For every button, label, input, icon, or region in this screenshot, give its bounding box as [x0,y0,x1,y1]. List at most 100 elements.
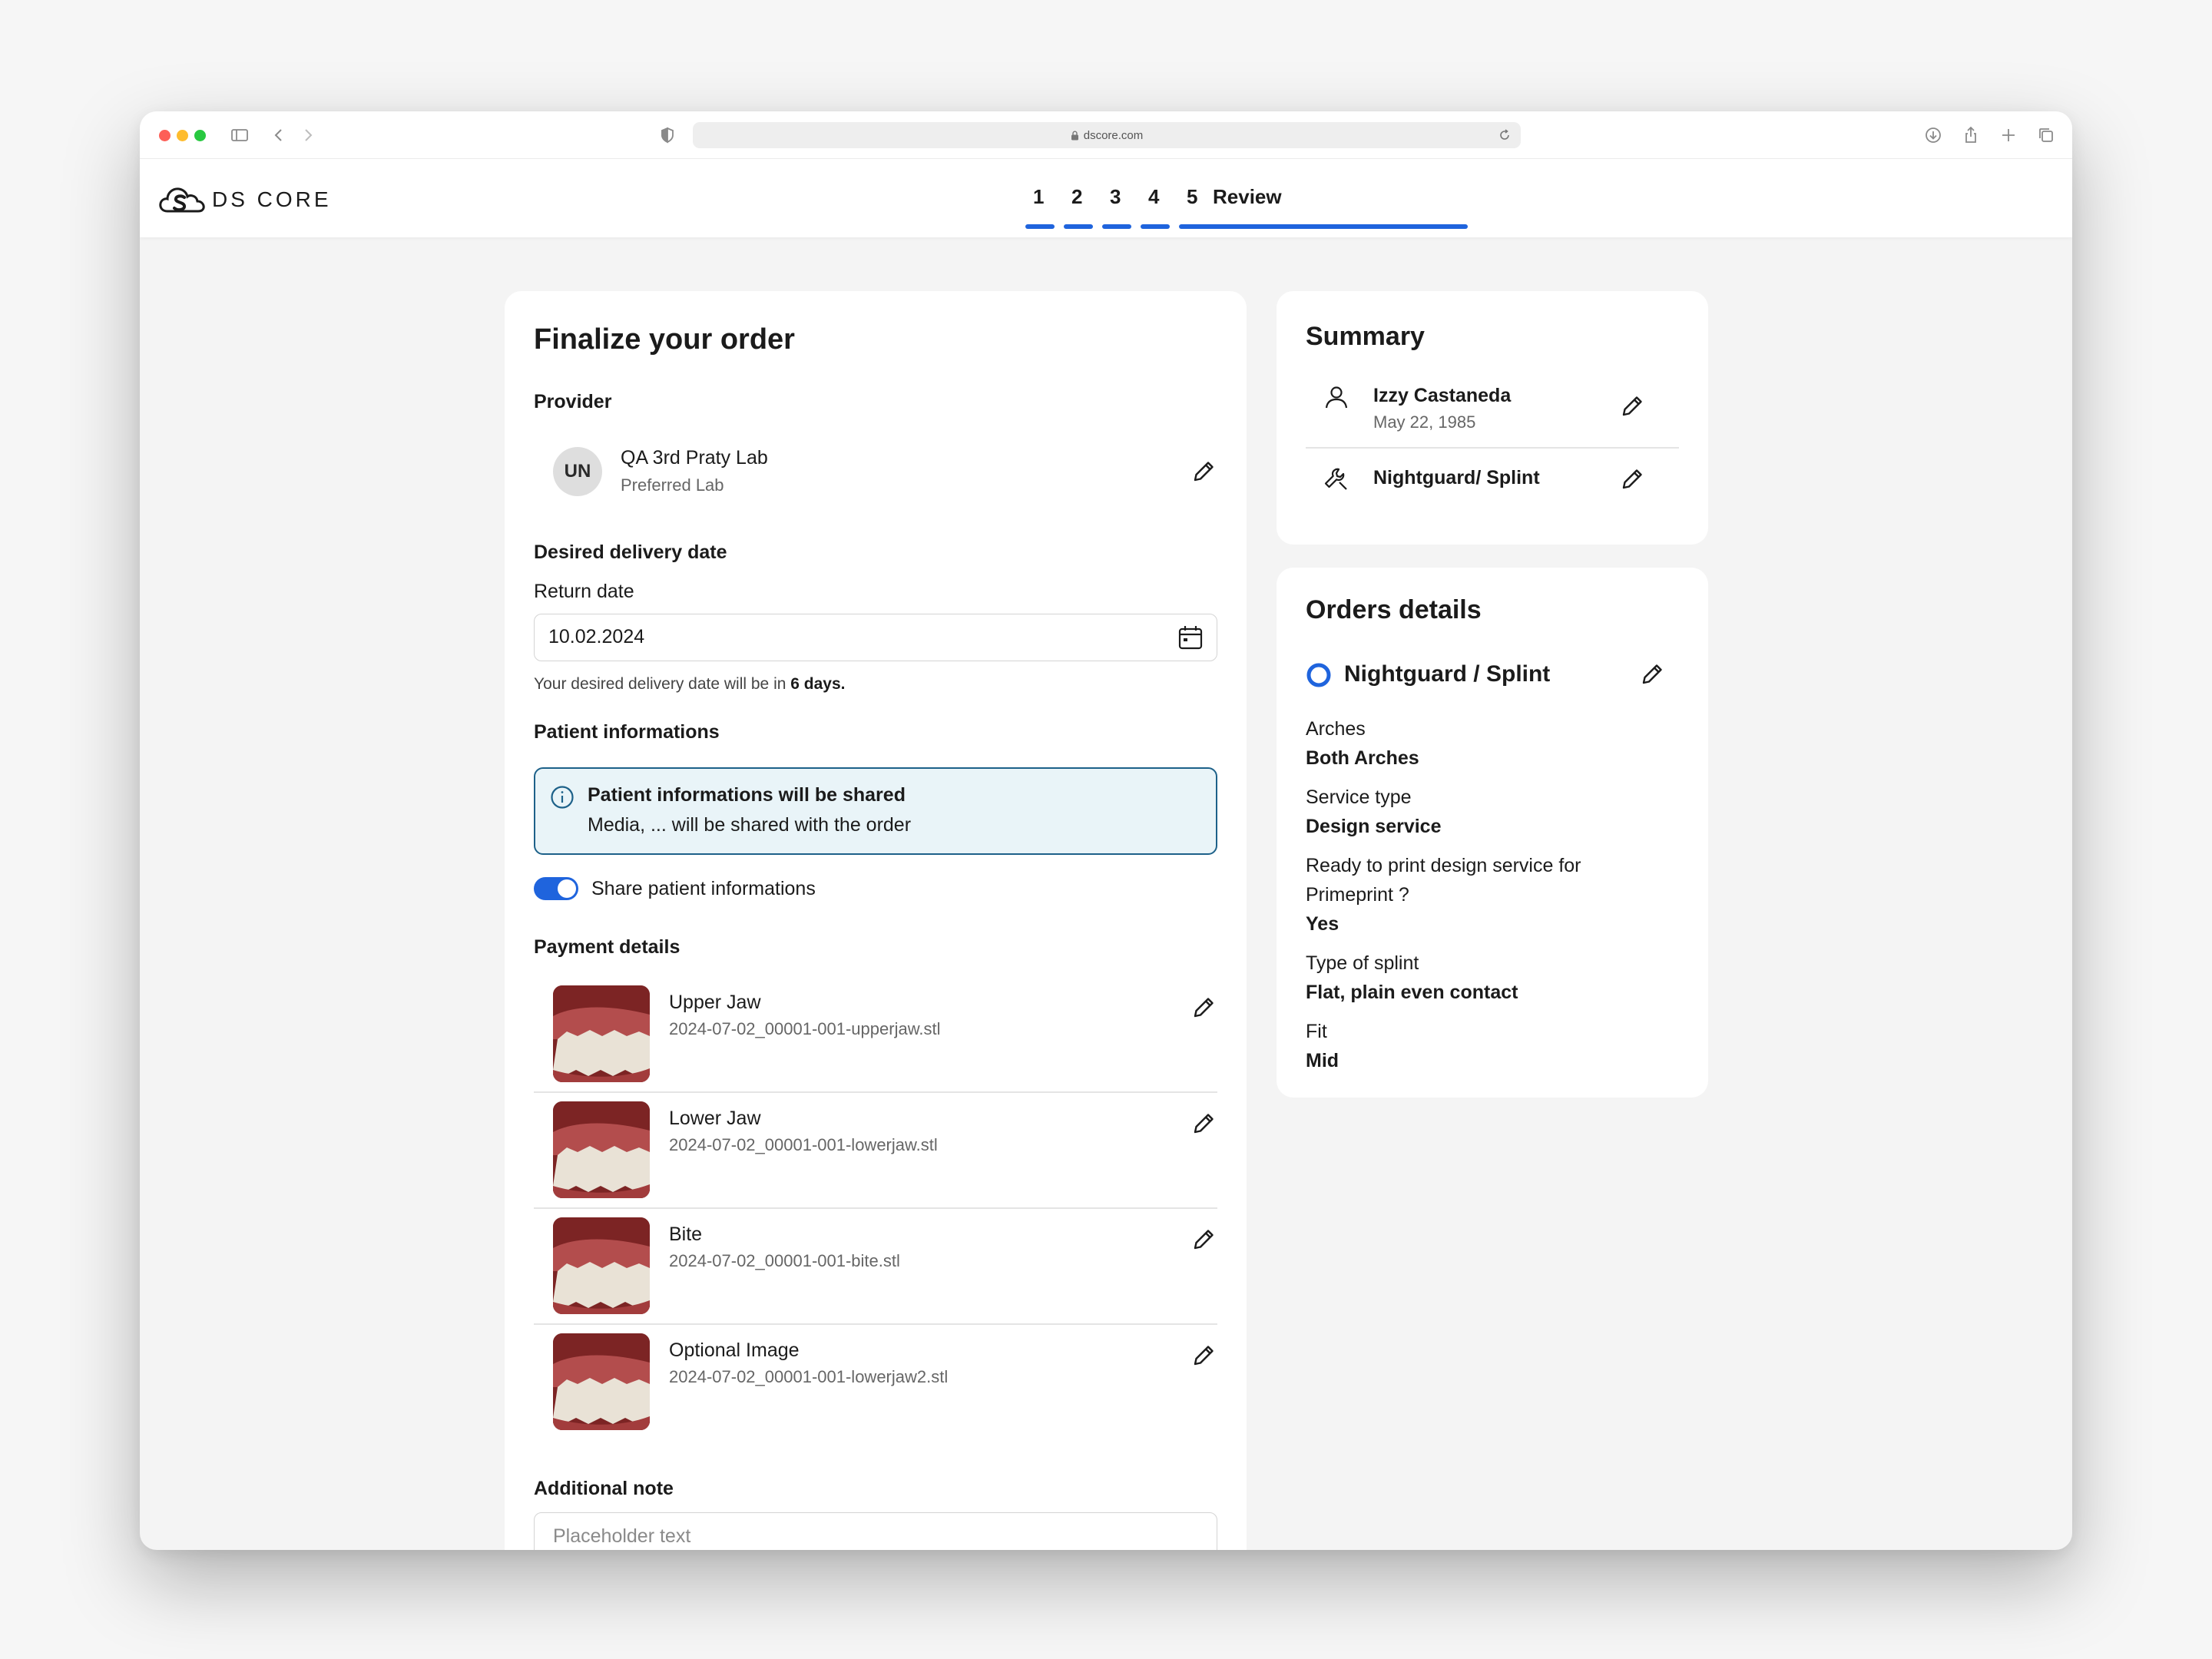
wrench-icon [1323,465,1350,493]
orders-product: Nightguard / Splint [1344,661,1551,687]
step-3-bar [1102,224,1131,229]
optional-image-thumbnail [553,1333,650,1430]
edit-bite-pencil-icon[interactable] [1190,1227,1217,1253]
summary-card: Summary Izzy Castaneda May 22, 1985 Nigh… [1277,291,1708,545]
step-2[interactable]: 2 [1071,185,1082,209]
service-type-label: Service type [1306,786,1412,808]
edit-product-pencil-icon[interactable] [1619,466,1645,492]
delivery-helper-prefix: Your desired delivery date will be in [534,675,786,693]
fit-label: Fit [1306,1021,1327,1042]
payment-item-name: Optional Image [669,1339,800,1361]
payment-item[interactable]: Optional Image 2024-07-02_00001-001-lowe… [534,1333,1217,1441]
payment-section-label: Payment details [534,936,680,958]
share-icon[interactable] [1961,125,1981,145]
edit-upper-jaw-pencil-icon[interactable] [1190,995,1217,1021]
payment-item-name: Upper Jaw [669,992,761,1013]
return-date-label: Return date [534,581,634,602]
close-window-button[interactable] [159,130,171,141]
cloud-logo-icon [159,187,205,213]
step-1-bar [1025,224,1055,229]
ds-core-logo[interactable]: DS CORE [158,184,332,216]
delivery-helper-days: 6 days. [790,675,846,693]
edit-lower-jaw-pencil-icon[interactable] [1190,1111,1217,1137]
forward-icon[interactable] [298,125,318,145]
back-icon[interactable] [269,125,289,145]
orders-title: Orders details [1306,595,1482,624]
provider-name: QA 3rd Praty Lab [621,447,768,469]
primeprint-label-line1: Ready to print design service for [1306,855,1581,876]
logo-text: DS CORE [212,187,332,211]
app-header: DS CORE 1 2 3 4 5 Review [140,159,2072,237]
summary-patient-name: Izzy Castaneda [1373,385,1512,406]
url-bar[interactable]: dscore.com [693,122,1521,148]
toggle-knob [558,879,576,898]
radio-ring-icon [1306,662,1332,688]
delivery-section-label: Desired delivery date [534,541,727,563]
step-4[interactable]: 4 [1148,185,1159,209]
step-4-bar [1141,224,1170,229]
primeprint-label-line2: Primeprint ? [1306,884,1409,906]
payment-item[interactable]: Lower Jaw 2024-07-02_00001-001-lowerjaw.… [534,1101,1217,1217]
share-patient-label: Share patient informations [591,878,816,899]
calendar-icon[interactable] [1177,624,1204,651]
user-icon [1323,383,1350,411]
payment-item[interactable]: Bite 2024-07-02_00001-001-bite.stl [534,1217,1217,1333]
fit-value: Mid [1306,1050,1339,1071]
edit-patient-pencil-icon[interactable] [1619,393,1645,419]
payment-item-file: 2024-07-02_00001-001-lowerjaw2.stl [669,1367,949,1386]
edit-order-pencil-icon[interactable] [1639,661,1665,687]
browser-window: dscore.com DS CORE 1 2 3 4 5 Review Fina… [140,111,2072,1550]
step-5-label[interactable]: Review [1213,185,1282,209]
upper-jaw-thumbnail [553,985,650,1082]
payment-item-file: 2024-07-02_00001-001-upperjaw.stl [669,1019,941,1038]
browser-toolbar: dscore.com [140,111,2072,159]
step-5-bar [1179,224,1468,229]
page-content: Finalize your order Provider UN QA 3rd P… [140,237,2072,1550]
reload-icon[interactable] [1498,128,1512,142]
sidebar-icon[interactable] [230,125,250,145]
delivery-helper-text: Your desired delivery date will be in 6 … [534,675,845,694]
step-1[interactable]: 1 [1033,185,1044,209]
share-patient-toggle[interactable] [534,877,578,900]
step-5[interactable]: 5 [1187,185,1197,209]
edit-optional-image-pencil-icon[interactable] [1190,1343,1217,1369]
download-icon[interactable] [1923,125,1943,145]
plus-icon[interactable] [1998,125,2018,145]
patient-info-box: Patient informations will be shared Medi… [534,767,1217,855]
shield-icon[interactable] [657,125,677,145]
return-date-value: 10.02.2024 [548,626,645,647]
provider-avatar: UN [553,447,602,496]
lower-jaw-thumbnail [553,1101,650,1198]
payment-item-file: 2024-07-02_00001-001-bite.stl [669,1251,900,1270]
arches-value: Both Arches [1306,747,1419,769]
lock-icon [1071,130,1078,140]
payment-item-file: 2024-07-02_00001-001-lowerjaw.stl [669,1135,938,1154]
service-type-value: Design service [1306,816,1442,837]
additional-note-field[interactable]: Placeholder text [534,1512,1217,1550]
summary-divider [1306,447,1679,449]
finalize-order-card: Finalize your order Provider UN QA 3rd P… [505,291,1247,1550]
patient-section-label: Patient informations [534,721,720,743]
step-2-bar [1064,224,1093,229]
payment-item[interactable]: Upper Jaw 2024-07-02_00001-001-upperjaw.… [534,985,1217,1101]
page-title: Finalize your order [534,323,795,356]
return-date-field[interactable]: 10.02.2024 [534,614,1217,661]
summary-title: Summary [1306,322,1425,351]
splint-type-label: Type of splint [1306,952,1419,974]
url-text: dscore.com [1083,128,1144,142]
payment-divider [534,1091,1217,1093]
summary-product: Nightguard/ Splint [1373,467,1540,488]
primeprint-value: Yes [1306,913,1339,935]
edit-provider-pencil-icon[interactable] [1190,459,1217,485]
patient-info-text: Media, ... will be shared with the order [588,814,912,836]
provider-section-label: Provider [534,391,612,412]
minimize-window-button[interactable] [177,130,188,141]
payment-item-name: Bite [669,1224,703,1245]
step-3[interactable]: 3 [1110,185,1121,209]
tabs-icon[interactable] [2036,125,2056,145]
provider-subtitle: Preferred Lab [621,475,724,495]
payment-divider [534,1323,1217,1325]
patient-info-title: Patient informations will be shared [588,784,906,806]
info-icon [549,784,575,810]
zoom-window-button[interactable] [194,130,206,141]
